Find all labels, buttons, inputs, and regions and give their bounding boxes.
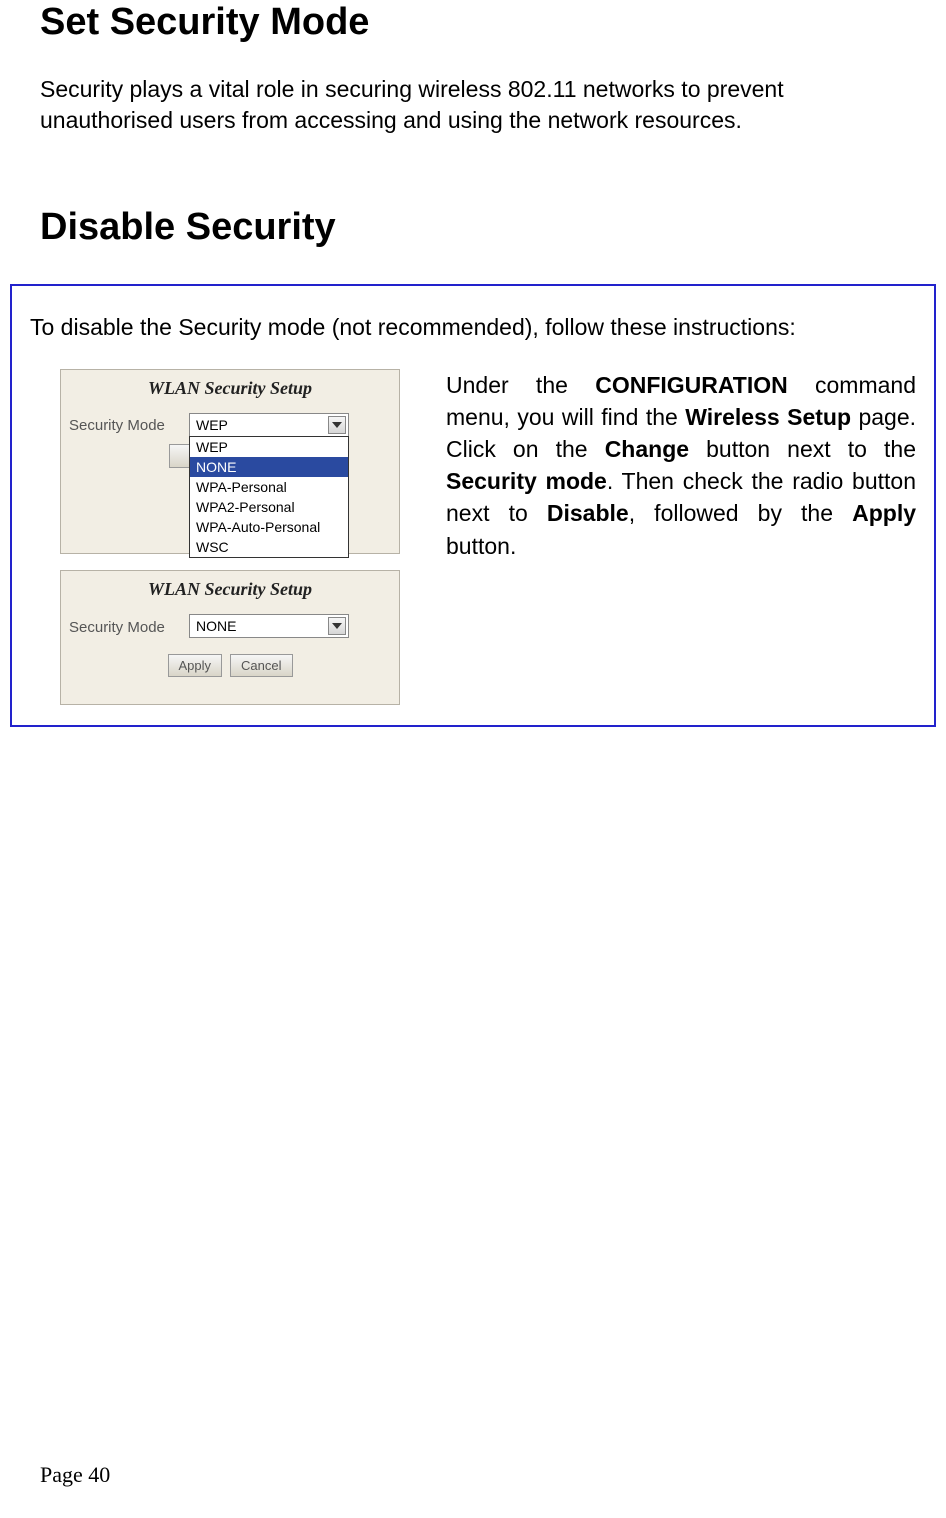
text: Under the	[446, 372, 595, 398]
security-mode-label: Security Mode	[69, 615, 179, 636]
combobox-value: WEP	[196, 417, 228, 433]
intro-paragraph: Security plays a vital role in securing …	[40, 74, 906, 136]
text: button next to the	[689, 436, 916, 462]
bold-apply: Apply	[852, 500, 916, 526]
security-mode-label: Security Mode	[69, 413, 179, 434]
panel-title: WLAN Security Setup	[61, 571, 399, 614]
apply-button-fragment[interactable]: Ap	[169, 444, 189, 468]
bold-security-mode: Security mode	[446, 468, 607, 494]
button-row: Apply Cancel	[61, 648, 399, 687]
apply-button[interactable]: Apply	[168, 654, 223, 677]
option-wpa-auto-personal[interactable]: WPA-Auto-Personal	[190, 517, 348, 537]
bold-wireless-setup: Wireless Setup	[685, 404, 851, 430]
bold-disable: Disable	[547, 500, 629, 526]
option-wep[interactable]: WEP	[190, 437, 348, 457]
text: , followed by the	[629, 500, 852, 526]
page-footer: Page 40	[40, 1462, 110, 1488]
option-wpa-personal[interactable]: WPA-Personal	[190, 477, 348, 497]
panel-title: WLAN Security Setup	[61, 370, 399, 413]
cancel-button[interactable]: Cancel	[230, 654, 292, 677]
instruction-lead: To disable the Security mode (not recomm…	[30, 314, 916, 341]
chevron-down-icon[interactable]	[328, 617, 346, 635]
option-none[interactable]: NONE	[190, 457, 348, 477]
bold-configuration: CONFIGURATION	[595, 372, 788, 398]
screenshot-security-none-selected: WLAN Security Setup Security Mode NONE A…	[60, 570, 400, 705]
screenshots-column: WLAN Security Setup Security Mode WEP Ap…	[30, 369, 410, 705]
instruction-text: Under the CONFIGURATION command menu, yo…	[446, 369, 916, 562]
page-title-set-security-mode: Set Security Mode	[40, 0, 906, 46]
text: button.	[446, 533, 516, 559]
option-wpa2-personal[interactable]: WPA2-Personal	[190, 497, 348, 517]
apply-button-clipped: Ap	[169, 444, 189, 468]
instruction-box: To disable the Security mode (not recomm…	[10, 284, 936, 727]
chevron-down-icon[interactable]	[328, 416, 346, 434]
combobox-value: NONE	[196, 618, 236, 634]
two-column-layout: WLAN Security Setup Security Mode WEP Ap…	[30, 369, 916, 705]
screenshot-security-dropdown-open: WLAN Security Setup Security Mode WEP Ap…	[60, 369, 400, 554]
security-mode-dropdown-list[interactable]: WEP NONE WPA-Personal WPA2-Personal WPA-…	[189, 436, 349, 558]
section-title-disable-security: Disable Security	[40, 206, 906, 249]
security-mode-combobox[interactable]: WEP	[189, 413, 349, 437]
bold-change: Change	[605, 436, 689, 462]
security-mode-combobox[interactable]: NONE	[189, 614, 349, 638]
option-wsc[interactable]: WSC	[190, 537, 348, 557]
security-mode-row: Security Mode NONE	[61, 614, 399, 648]
